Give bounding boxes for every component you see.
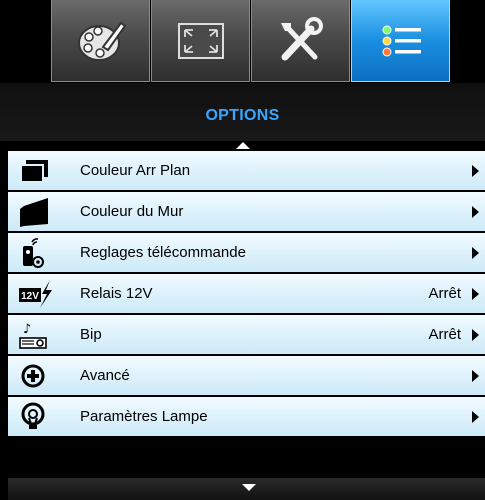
chevron-right-icon [472, 329, 479, 341]
setup-icon [275, 16, 327, 65]
relay-12v-icon: 12V [18, 278, 52, 310]
chevron-right-icon [472, 206, 479, 218]
background-color-icon [18, 155, 50, 187]
picture-icon [75, 17, 127, 65]
menu-item-wall-color[interactable]: Couleur du Mur [8, 192, 485, 231]
remote-settings-icon [18, 237, 50, 269]
tab-screen[interactable] [151, 0, 250, 82]
menu-item-background-color[interactable]: Couleur Arr Plan [8, 151, 485, 190]
page-title: OPTIONS [205, 107, 280, 124]
options-icon [375, 20, 427, 62]
menu-item-label: Couleur Arr Plan [80, 162, 191, 179]
tab-options[interactable] [351, 0, 450, 82]
menu-item-label: Paramètres Lampe [80, 408, 208, 425]
tab-picture[interactable] [51, 0, 150, 82]
menu-item-value: Arrêt [428, 326, 461, 343]
scroll-down-arrow-icon[interactable] [242, 484, 256, 491]
menu-header: OPTIONS [0, 83, 485, 141]
beep-icon: ♪ [18, 319, 50, 351]
menu-item-label: Bip [80, 326, 102, 343]
menu-item-label: Avancé [80, 367, 130, 384]
menu-item-beep[interactable]: ♪ Bip Arrêt [8, 315, 485, 354]
menu-item-relay-12v[interactable]: 12V Relais 12V Arrêt [8, 274, 485, 313]
chevron-right-icon [472, 288, 479, 300]
menu-footer [8, 478, 485, 500]
menu-item-advanced[interactable]: Avancé [8, 356, 485, 395]
lamp-settings-icon [18, 401, 50, 433]
options-menu: Couleur Arr Plan Couleur du Mur Reglages… [8, 151, 485, 438]
menu-item-remote-settings[interactable]: Reglages télécommande [8, 233, 485, 272]
screen-icon [175, 20, 227, 62]
chevron-right-icon [472, 165, 479, 177]
menu-item-value: Arrêt [428, 285, 461, 302]
scroll-up-arrow-icon[interactable] [236, 142, 250, 149]
chevron-right-icon [472, 411, 479, 423]
menu-item-lamp-settings[interactable]: Paramètres Lampe [8, 397, 485, 436]
chevron-right-icon [472, 370, 479, 382]
menu-item-label: Relais 12V [80, 285, 153, 302]
menu-item-label: Couleur du Mur [80, 203, 184, 220]
svg-text:♪: ♪ [23, 322, 31, 337]
menu-item-label: Reglages télécommande [80, 244, 246, 261]
tab-setup[interactable] [251, 0, 350, 82]
chevron-right-icon [472, 247, 479, 259]
advanced-icon [18, 360, 50, 392]
svg-text:12V: 12V [21, 291, 39, 302]
wall-color-icon [18, 196, 50, 228]
tab-bar [51, 0, 453, 83]
